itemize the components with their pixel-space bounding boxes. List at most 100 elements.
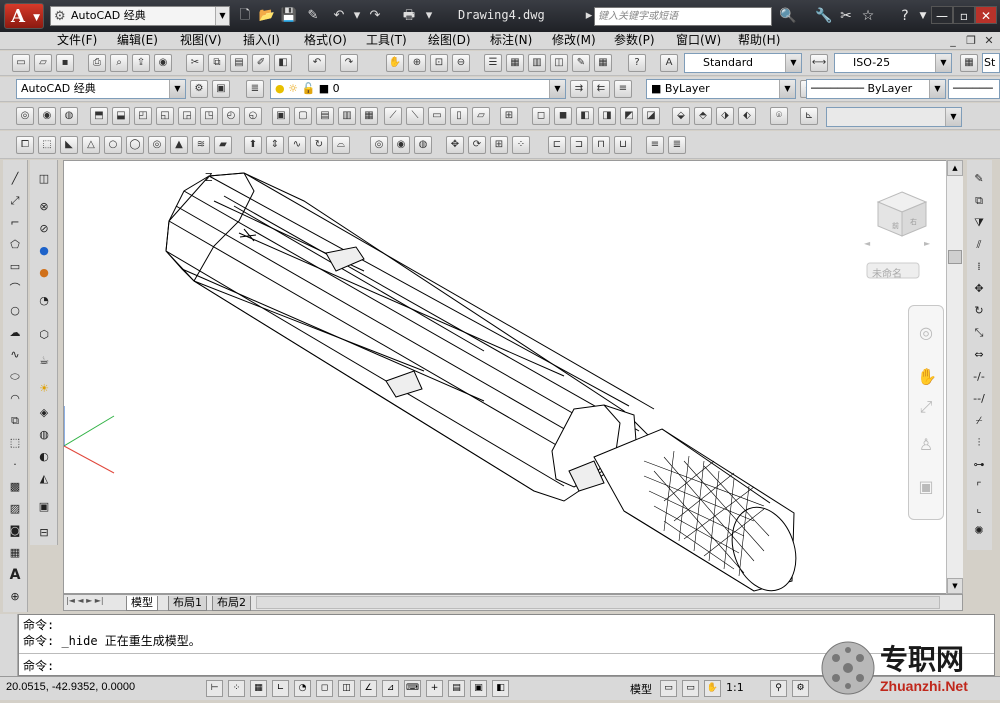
extrude-faces-icon[interactable]: ⬓ [112, 107, 130, 125]
infer-constraints-icon[interactable]: ⊢ [206, 680, 223, 697]
binoculars-icon[interactable]: 🔍 [778, 7, 798, 25]
chevron-down-icon[interactable]: ▾ [420, 7, 438, 25]
move-icon[interactable]: ✥ [970, 280, 988, 298]
tab-layout2[interactable]: 布局2 [212, 596, 251, 611]
tab-layout1[interactable]: 布局1 [168, 596, 207, 611]
extrude-icon[interactable]: ⬆ [244, 136, 262, 154]
front-view-icon[interactable]: ◩ [620, 107, 638, 125]
3d-object-snap-icon[interactable]: ◫ [338, 680, 355, 697]
offset-faces-icon[interactable]: ◱ [156, 107, 174, 125]
quick-view-drawings-icon[interactable]: ▭ [682, 680, 699, 697]
tab-nav-first-icon[interactable]: |◄ ◄ ► ►| [66, 596, 104, 605]
match-properties-icon[interactable]: ✐ [252, 54, 270, 72]
menu-format[interactable]: 格式(O) [304, 33, 347, 48]
right-view-icon[interactable]: ◨ [598, 107, 616, 125]
zoom-previous-icon[interactable]: ⊖ [452, 54, 470, 72]
save-icon[interactable]: ▪ [56, 54, 74, 72]
hide-icon[interactable]: ◫ [35, 170, 53, 188]
dynamic-input-icon[interactable]: ⌨ [404, 680, 421, 697]
insert-block-icon[interactable]: ⧉ [6, 412, 24, 430]
tab-model[interactable]: 模型 [126, 596, 158, 611]
render-env-icon[interactable]: ◐ [35, 448, 53, 466]
ortho-mode-icon[interactable]: ∟ [272, 680, 289, 697]
left-view-icon[interactable]: ◧ [576, 107, 594, 125]
box-icon[interactable]: ⬚ [38, 136, 56, 154]
teapot-icon[interactable]: ☕ [35, 352, 53, 370]
scroll-thumb[interactable] [948, 250, 962, 264]
3d-rotate-icon[interactable]: ⟳ [468, 136, 486, 154]
design-center-icon[interactable]: ▦ [506, 54, 524, 72]
revcloud-icon[interactable]: ☁ [6, 324, 24, 342]
taper-faces-icon[interactable]: ◴ [222, 107, 240, 125]
polygon-icon[interactable]: ⬠ [6, 236, 24, 254]
chevron-down-icon[interactable]: ▾ [348, 7, 366, 25]
mirror-icon[interactable]: ⧩ [970, 214, 988, 232]
sheet-set-icon[interactable]: ◫ [550, 54, 568, 72]
sweep-icon[interactable]: ∿ [288, 136, 306, 154]
3d-align-icon[interactable]: ⊞ [490, 136, 508, 154]
menu-insert[interactable]: 插入(I) [243, 33, 280, 48]
break-at-point-icon[interactable]: ⌿ [970, 412, 988, 430]
intersect-icon[interactable]: ◍ [60, 107, 78, 125]
open-icon[interactable]: ▱ [34, 54, 52, 72]
close-button[interactable]: ✕ [975, 6, 997, 24]
slice-icon[interactable]: ⟋ [384, 107, 402, 125]
menu-modify[interactable]: 修改(M) [552, 33, 596, 48]
qnew-icon[interactable]: ▭ [12, 54, 30, 72]
rectangle-icon[interactable]: ▭ [6, 258, 24, 276]
nw-iso-icon[interactable]: ⬖ [738, 107, 756, 125]
render-region-icon[interactable]: ⊟ [35, 524, 53, 542]
workspace-toolbar-select[interactable]: AutoCAD 经典 ▼ [16, 79, 186, 99]
scroll-up-button[interactable]: ▲ [947, 160, 963, 176]
layer-properties-icon[interactable]: ≣ [246, 80, 264, 98]
quick-view-layouts-icon[interactable]: ▭ [660, 680, 677, 697]
text-scale-icon[interactable]: ≣ [668, 136, 686, 154]
coordinates-readout[interactable]: 20.0515, -42.9352, 0.0000 [6, 681, 135, 693]
rotate-faces-icon[interactable]: ◳ [200, 107, 218, 125]
light-icon[interactable]: ☀ [35, 380, 53, 398]
application-menu-button[interactable]: A ▼ [4, 3, 44, 29]
region-icon[interactable]: ◙ [6, 522, 24, 540]
camera-icon[interactable]: ⌾ [770, 107, 788, 125]
extend-icon[interactable]: --/ [970, 390, 988, 408]
menu-tools[interactable]: 工具(T) [366, 33, 407, 48]
block-editor-icon[interactable]: ◧ [274, 54, 292, 72]
thicken-icon[interactable]: ▭ [428, 107, 446, 125]
join-icon[interactable]: ⊶ [970, 456, 988, 474]
ucs-icon[interactable]: ⊾ [800, 107, 818, 125]
align-left-icon[interactable]: ⊏ [548, 136, 566, 154]
align-right-icon[interactable]: ⊓ [592, 136, 610, 154]
torus-icon[interactable]: ◎ [148, 136, 166, 154]
union-icon[interactable]: ◎ [16, 107, 34, 125]
materials-icon[interactable]: ◈ [35, 404, 53, 422]
clean-icon[interactable]: ▢ [294, 107, 312, 125]
revolve-icon[interactable]: ↻ [310, 136, 328, 154]
layer-select[interactable]: ● ☼ 🔓 ■ 0 ▼ [270, 79, 566, 99]
scroll-down-button[interactable]: ▼ [947, 578, 963, 594]
section-icon[interactable]: ⟍ [406, 107, 424, 125]
help-icon[interactable]: ? [895, 7, 915, 25]
text-style-select[interactable]: Standard ▼ [684, 53, 802, 73]
annotation-visibility-icon[interactable]: ⚲ [770, 680, 787, 697]
publish-icon[interactable]: ⇪ [132, 54, 150, 72]
back-view-icon[interactable]: ◪ [642, 107, 660, 125]
plot-icon[interactable]: 🖶 [400, 7, 418, 25]
text-align-icon[interactable]: ≡ [646, 136, 664, 154]
help-icon[interactable]: ? [628, 54, 646, 72]
make-current-icon[interactable]: ⇉ [570, 80, 588, 98]
press-pull-icon[interactable]: ⬒ [90, 107, 108, 125]
cylinder-icon[interactable]: ◯ [126, 136, 144, 154]
array-icon[interactable]: ⁞ [970, 258, 988, 276]
chevron-down-icon[interactable]: ▼ [913, 7, 933, 25]
presspull-icon[interactable]: ⇕ [266, 136, 284, 154]
markup-icon[interactable]: ✎ [572, 54, 590, 72]
chamfer-icon[interactable]: ⌜ [970, 478, 988, 496]
new-file-icon[interactable]: 🗋 [236, 7, 254, 25]
copy-object-icon[interactable]: ⧉ [970, 192, 988, 210]
advanced-render-icon[interactable]: ◭ [35, 470, 53, 488]
sphere-icon[interactable]: ○ [104, 136, 122, 154]
pyramid-icon[interactable]: ▲ [170, 136, 188, 154]
save-as-icon[interactable]: ✎ [304, 7, 322, 25]
gradient-icon[interactable]: ▨ [6, 500, 24, 518]
workspace-select[interactable]: ⚙ AutoCAD 经典 ▼ [50, 6, 230, 26]
